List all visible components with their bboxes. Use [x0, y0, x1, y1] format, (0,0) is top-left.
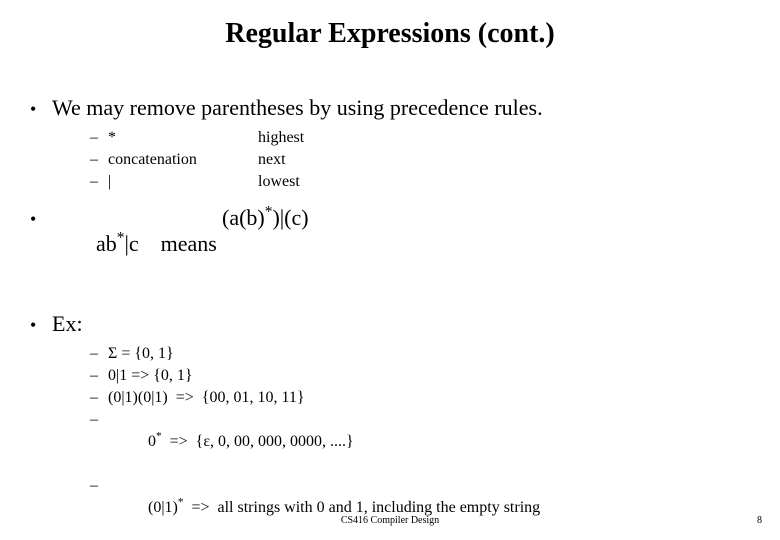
- bullet-icon: •: [30, 208, 52, 230]
- dash-icon: –: [90, 365, 108, 387]
- example-text: Σ = {0, 1}: [108, 343, 174, 365]
- dash-icon: –: [90, 387, 108, 409]
- bullet-text: We may remove parentheses by using prece…: [52, 95, 543, 121]
- level-label: lowest: [258, 171, 740, 193]
- slide: Regular Expressions (cont.) • We may rem…: [0, 0, 780, 540]
- bullet-ex: • Ex:: [30, 311, 740, 337]
- bullet-means: • ab*|c means (a(b)*)|(c): [30, 205, 740, 283]
- dash-icon: –: [90, 343, 108, 365]
- bullet-precedence: • We may remove parentheses by using pre…: [30, 95, 740, 121]
- op-label: *: [108, 127, 258, 149]
- slide-title: Regular Expressions (cont.): [0, 18, 780, 50]
- text: (0|1): [148, 499, 178, 516]
- example-text: 0* => {ε, 0, 00, 000, 0000, ....}: [108, 409, 354, 475]
- list-item: – 0* => {ε, 0, 00, 000, 0000, ....}: [90, 409, 740, 475]
- example-text: (0|1)* => all strings with 0 and 1, incl…: [108, 475, 540, 540]
- list-item: – 0|1 => {0, 1}: [90, 365, 740, 387]
- examples-list: – Σ = {0, 1} – 0|1 => {0, 1} – (0|1)(0|1…: [90, 343, 740, 540]
- list-item: – | lowest: [90, 171, 740, 193]
- footer-text: CS416 Compiler Design: [0, 515, 780, 526]
- bullet-icon: •: [30, 314, 52, 336]
- text: 0: [148, 433, 156, 450]
- level-label: highest: [258, 127, 740, 149]
- dash-icon: –: [90, 149, 108, 171]
- dash-icon: –: [90, 171, 108, 193]
- example-text: (0|1)(0|1) => {00, 01, 10, 11}: [108, 387, 305, 409]
- means-lhs: ab*|c means: [52, 205, 222, 283]
- level-label: next: [258, 149, 740, 171]
- dash-icon: –: [90, 409, 108, 431]
- bullet-text: Ex:: [52, 311, 83, 337]
- text: => all strings with 0 and 1, including t…: [183, 499, 540, 516]
- example-text: 0|1 => {0, 1}: [108, 365, 193, 387]
- means-rhs: (a(b)*)|(c): [222, 205, 740, 231]
- op-label: concatenation: [108, 149, 258, 171]
- precedence-list: – * highest – concatenation next – | low…: [90, 127, 740, 193]
- slide-content: • We may remove parentheses by using pre…: [30, 95, 740, 540]
- text: )|(c): [272, 205, 308, 230]
- text: |c means: [124, 231, 216, 256]
- list-item: – concatenation next: [90, 149, 740, 171]
- list-item: – (0|1)* => all strings with 0 and 1, in…: [90, 475, 740, 540]
- bullet-icon: •: [30, 98, 52, 120]
- text: (a(b): [222, 205, 265, 230]
- text: => {ε, 0, 00, 000, 0000, ....}: [162, 433, 354, 450]
- text: ab: [96, 231, 117, 256]
- op-label: |: [108, 171, 258, 193]
- page-number: 8: [757, 515, 762, 526]
- list-item: – (0|1)(0|1) => {00, 01, 10, 11}: [90, 387, 740, 409]
- list-item: – * highest: [90, 127, 740, 149]
- list-item: – Σ = {0, 1}: [90, 343, 740, 365]
- dash-icon: –: [90, 475, 108, 497]
- dash-icon: –: [90, 127, 108, 149]
